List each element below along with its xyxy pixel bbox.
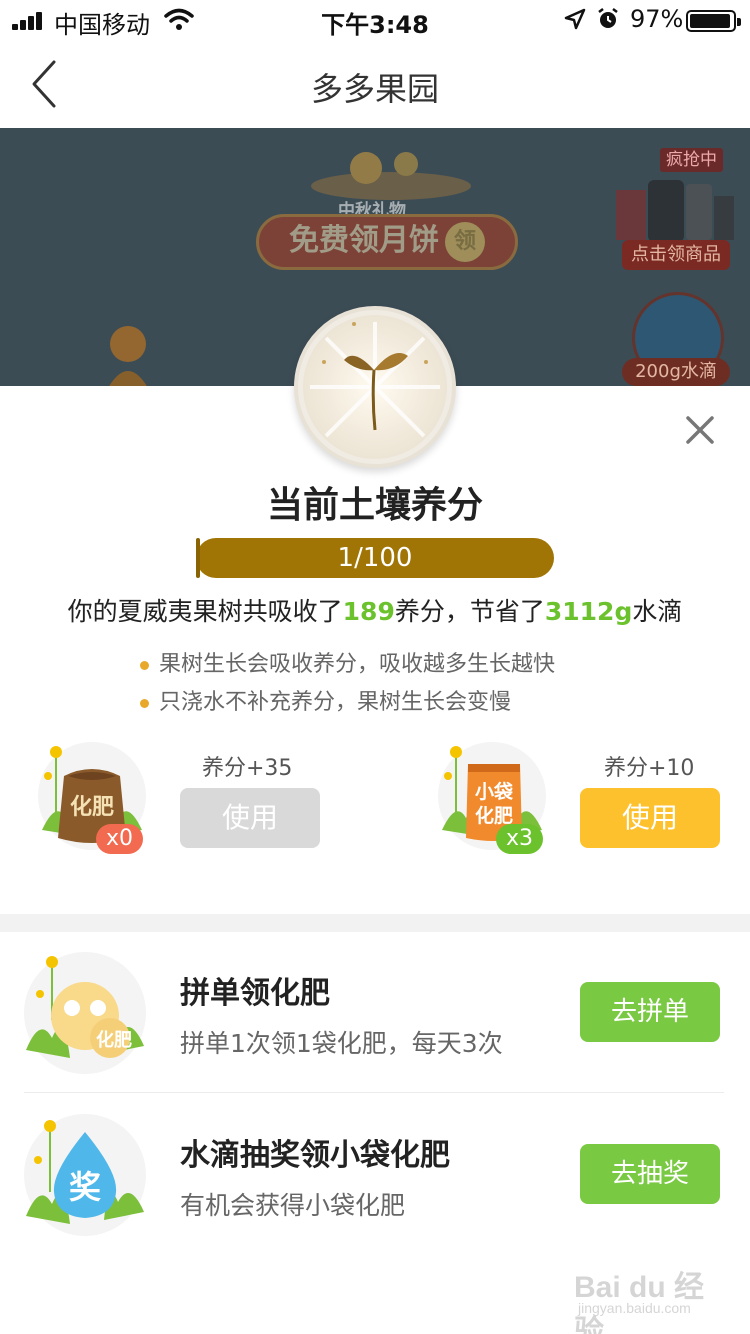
battery-icon xyxy=(686,10,741,32)
promo-badge: 领 xyxy=(445,221,485,262)
watermark-text: Bai du 经验 xyxy=(574,1271,705,1334)
alarm-icon xyxy=(598,8,618,28)
water-drop-lottery-icon: 奖 xyxy=(24,1114,146,1236)
lottery-icon-label: 奖 xyxy=(69,1168,101,1206)
water-saved-value: 3112g xyxy=(544,597,633,626)
use-small-fertilizer-button[interactable]: 使用 xyxy=(580,788,720,848)
goods-label: 点击领商品 xyxy=(622,240,730,270)
location-arrow-icon xyxy=(564,8,586,30)
modal-title: 当前土壤养分 xyxy=(266,485,483,526)
mooncake-promo-banner: 中秋礼物 免费领月饼领 xyxy=(236,142,538,284)
group-buy-button[interactable]: 去拼单 xyxy=(580,982,720,1042)
watermark-url: jingyan.baidu.com xyxy=(578,1300,691,1316)
fertilizer-bonus: 养分+35 xyxy=(202,756,293,781)
small-bag-label-1: 小袋 xyxy=(475,780,514,803)
fertilizer-count-badge: x0 xyxy=(96,824,144,854)
rush-tag: 疯抢中 xyxy=(660,148,723,172)
nutrient-summary: 你的夏威夷果树共吸收了189养分，节省了3112g水滴 xyxy=(67,597,683,626)
task-icon-label: 化肥 xyxy=(96,1029,132,1051)
small-fertilizer-count-badge: x3 xyxy=(496,824,544,854)
baidu-watermark: Bai du 经验 jingyan.baidu.com xyxy=(574,1262,724,1334)
close-icon[interactable] xyxy=(684,414,716,446)
lottery-button[interactable]: 去抽奖 xyxy=(580,1144,720,1204)
tip-item: 果树生长会吸收养分，吸收越多生长越快 xyxy=(140,646,555,678)
goods-image xyxy=(616,180,734,242)
promo-title: 免费领月饼领 xyxy=(256,214,518,270)
use-fertilizer-button[interactable]: 使用 xyxy=(180,788,320,848)
nutrient-value: 189 xyxy=(342,597,395,626)
nav-bar: 多多果园 xyxy=(0,40,750,128)
page-title: 多多果园 xyxy=(310,70,439,108)
water-reward-label: 200g水滴 xyxy=(622,358,730,386)
task-title: 拼单领化肥 xyxy=(180,976,330,1011)
battery-percent: 97% xyxy=(630,5,684,33)
progress-text: 1/100 xyxy=(337,543,413,573)
fertilizer-task-icon: 化肥 xyxy=(24,952,146,1074)
task-description: 有机会获得小袋化肥 xyxy=(180,1191,406,1220)
fertilizer-bag-label: 化肥 xyxy=(70,794,114,820)
character-icon xyxy=(108,326,148,388)
task-description: 拼单1次领1袋化肥，每天3次 xyxy=(180,1029,503,1058)
task-separator xyxy=(24,1092,724,1093)
nutrient-progress-bar: 1/100 xyxy=(196,538,554,578)
tip-item: 只浇水不补充养分，果树生长会变慢 xyxy=(140,684,511,716)
status-bar: 中国移动 下午3:48 97% xyxy=(0,0,750,40)
section-divider xyxy=(0,914,750,932)
sprout-icon xyxy=(294,306,456,468)
small-fertilizer-bonus: 养分+10 xyxy=(604,756,695,781)
task-title: 水滴抽奖领小袋化肥 xyxy=(180,1138,450,1173)
